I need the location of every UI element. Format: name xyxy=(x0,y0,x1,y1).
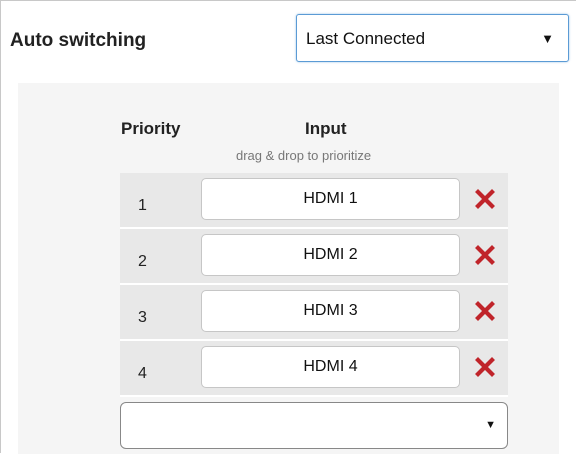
priority-row: 2 HDMI 2 xyxy=(120,229,508,285)
priority-number: 4 xyxy=(138,365,147,382)
remove-x-icon[interactable] xyxy=(474,300,496,322)
remove-x-icon[interactable] xyxy=(474,244,496,266)
auto-switching-mode-select[interactable]: Last Connected ▼ xyxy=(296,14,569,62)
input-item-label: HDMI 4 xyxy=(303,358,358,375)
priority-column-header: Priority xyxy=(121,119,181,138)
input-item-label: HDMI 3 xyxy=(303,302,358,319)
drag-drop-hint: drag & drop to prioritize xyxy=(236,148,372,163)
add-input-select[interactable]: ▼ xyxy=(120,402,508,449)
input-item-label: HDMI 2 xyxy=(303,246,358,263)
remove-x-icon[interactable] xyxy=(474,188,496,210)
input-item-draggable[interactable]: HDMI 3 xyxy=(201,290,460,332)
priority-row: 4 HDMI 4 xyxy=(120,341,508,397)
input-item-draggable[interactable]: HDMI 4 xyxy=(201,346,460,388)
priority-row: 3 HDMI 3 xyxy=(120,285,508,341)
remove-x-icon[interactable] xyxy=(474,356,496,378)
priority-row: 1 HDMI 1 xyxy=(120,173,508,229)
dropdown-arrow-icon: ▼ xyxy=(541,31,554,46)
input-item-draggable[interactable]: HDMI 2 xyxy=(201,234,460,276)
mode-select-value: Last Connected xyxy=(306,29,426,48)
priority-number: 1 xyxy=(138,197,147,214)
input-column-header: Input xyxy=(305,119,347,138)
auto-switching-label: Auto switching xyxy=(10,30,147,51)
input-item-draggable[interactable]: HDMI 1 xyxy=(201,178,460,220)
input-item-label: HDMI 1 xyxy=(303,190,358,207)
dropdown-arrow-icon: ▼ xyxy=(485,419,496,431)
priority-list: 1 HDMI 1 2 HDMI 2 3 HDMI 3 4 HDMI 4 xyxy=(120,173,508,397)
priority-number: 3 xyxy=(138,309,147,326)
priority-number: 2 xyxy=(138,253,147,270)
